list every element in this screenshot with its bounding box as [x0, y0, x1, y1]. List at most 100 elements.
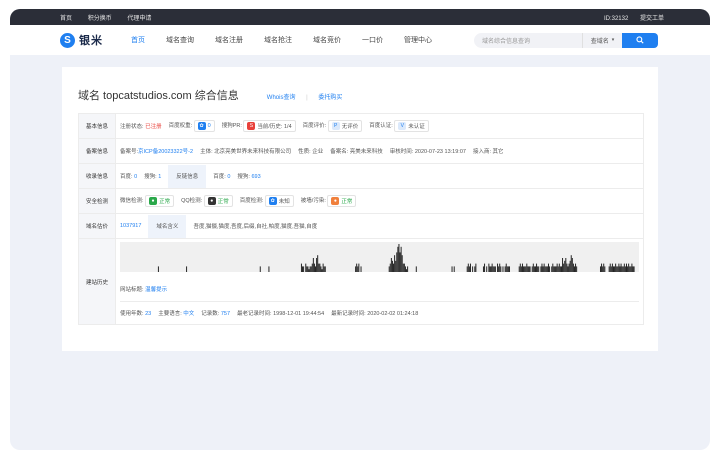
wechat-icon: ● — [149, 197, 158, 205]
icp-number-link[interactable]: 京ICP备20023322号-2 — [138, 149, 193, 155]
history-bar — [573, 266, 575, 272]
estimated-price[interactable]: 1037917 — [120, 223, 141, 229]
nav-management[interactable]: 管理中心 — [404, 35, 432, 45]
nav-home[interactable]: 首页 — [131, 35, 145, 45]
row-label: 安全检测 — [78, 188, 116, 214]
row-label: 域名估价 — [78, 213, 116, 239]
history-bar — [555, 266, 557, 272]
nav-domain-auction[interactable]: 域名竞价 — [313, 35, 341, 45]
main-header: S 银米 首页 域名查询 域名注册 域名抢注 域名竞价 一口价 管理中心 域名综… — [10, 25, 710, 55]
verified-v-icon: V — [398, 122, 407, 130]
whois-link[interactable]: Whois查询 — [267, 95, 296, 101]
backlink-tab[interactable]: 反链信息 — [168, 164, 207, 188]
history-chart-wrap — [116, 239, 643, 274]
history-bar — [401, 255, 403, 272]
history-bar — [538, 266, 540, 272]
history-bar — [324, 266, 326, 272]
search-type-select[interactable]: 查域名 ▾ — [582, 32, 622, 48]
title-row: 域名 topcatstudios.com 综合信息 Whois查询 | 委托购买 — [62, 67, 658, 111]
topbar-link-agent[interactable]: 代理申请 — [127, 16, 151, 22]
history-bar — [407, 266, 409, 272]
history-bar — [468, 266, 470, 272]
history-bar — [466, 266, 468, 272]
history-bar — [403, 263, 405, 272]
history-bar — [317, 255, 319, 272]
history-bar — [543, 263, 545, 272]
site-title[interactable]: 温馨提示 — [145, 287, 167, 293]
history-bar — [499, 263, 501, 272]
baidu-status: ✿ 未知 — [264, 195, 294, 207]
history-bar — [529, 266, 531, 272]
history-bar — [508, 266, 510, 272]
logo-text: 银米 — [79, 35, 103, 47]
history-bar — [560, 266, 562, 272]
history-bar — [531, 266, 533, 272]
row-label: 备案信息 — [78, 138, 116, 164]
history-bar — [490, 266, 492, 272]
nav-domain-register[interactable]: 域名注册 — [215, 35, 243, 45]
row-icp: 备案信息 备案号:京ICP备20023322号-2 主体: 北京亮美世界未来科技… — [78, 138, 644, 164]
history-bar — [562, 258, 564, 272]
topbar-link-points[interactable]: 积分换币 — [88, 16, 112, 22]
search-input[interactable]: 域名综合信息查询 — [474, 32, 582, 48]
history-bar — [355, 266, 357, 272]
logo[interactable]: S 银米 — [60, 32, 103, 48]
paw-icon: ✿ — [268, 197, 277, 205]
history-bar — [614, 266, 616, 272]
history-bar — [553, 266, 555, 272]
qq-penguin-icon: ● — [207, 197, 216, 205]
history-chart — [120, 242, 639, 272]
history-bar — [568, 263, 570, 272]
page-title: 域名 topcatstudios.com 综合信息 — [78, 90, 239, 102]
domain-info-card: 域名 topcatstudios.com 综合信息 Whois查询 | 委托购买… — [62, 67, 658, 351]
commission-buy-link[interactable]: 委托购买 — [318, 95, 342, 101]
history-bar — [527, 266, 529, 272]
row-basic: 基本信息 注册状态: 已注册 百度权重: ✿ 0 搜狗PR: S 当前/历史: 1/… — [78, 113, 644, 139]
history-bar — [310, 266, 312, 272]
history-bar — [532, 263, 534, 272]
history-bar — [571, 258, 573, 272]
history-bar — [603, 263, 605, 272]
nav-domain-search[interactable]: 域名查询 — [166, 35, 194, 45]
history-bar — [618, 263, 620, 272]
submit-ticket-link[interactable]: 提交工单 — [640, 16, 664, 22]
history-bar — [629, 266, 631, 272]
search-type-label: 查域名 — [590, 38, 609, 45]
history-bar — [319, 263, 321, 272]
topbar-left: 首页 积分换币 代理申请 — [60, 13, 165, 22]
title-links: Whois查询 | 委托购买 — [267, 92, 343, 101]
history-bar — [505, 263, 507, 272]
user-id[interactable]: ID:32132 — [604, 16, 628, 22]
logo-icon: S — [60, 32, 75, 48]
history-bar — [472, 266, 474, 272]
history-bar — [504, 266, 506, 272]
meaning-tab[interactable]: 域名含义 — [148, 214, 187, 238]
history-bar — [303, 266, 305, 272]
history-bar — [393, 263, 395, 272]
history-bar — [552, 263, 554, 272]
main-nav: 首页 域名查询 域名注册 域名抢注 域名竞价 一口价 管理中心 — [131, 35, 453, 45]
history-bar — [533, 266, 535, 272]
history-bar — [309, 266, 311, 272]
history-bar — [451, 266, 453, 272]
history-bar — [399, 252, 401, 272]
topbar-link-home[interactable]: 首页 — [60, 16, 72, 22]
history-bar — [259, 266, 261, 272]
history-bar — [601, 263, 603, 272]
history-bar — [356, 263, 358, 272]
nav-domain-backorder[interactable]: 域名抢注 — [264, 35, 292, 45]
history-bar — [542, 266, 544, 272]
history-bar — [321, 269, 323, 272]
history-bar — [469, 263, 471, 272]
history-bar — [388, 266, 390, 272]
history-bar — [311, 263, 313, 272]
history-bar — [486, 266, 488, 272]
nav-buy-now[interactable]: 一口价 — [362, 35, 383, 45]
history-bar — [406, 269, 408, 272]
site-title-row: 网站标题: 温馨提示 — [120, 287, 168, 293]
history-bar — [497, 263, 499, 272]
history-bar — [631, 263, 633, 272]
search-icon — [636, 36, 644, 44]
search-button[interactable] — [622, 32, 658, 48]
history-bar — [546, 266, 548, 272]
